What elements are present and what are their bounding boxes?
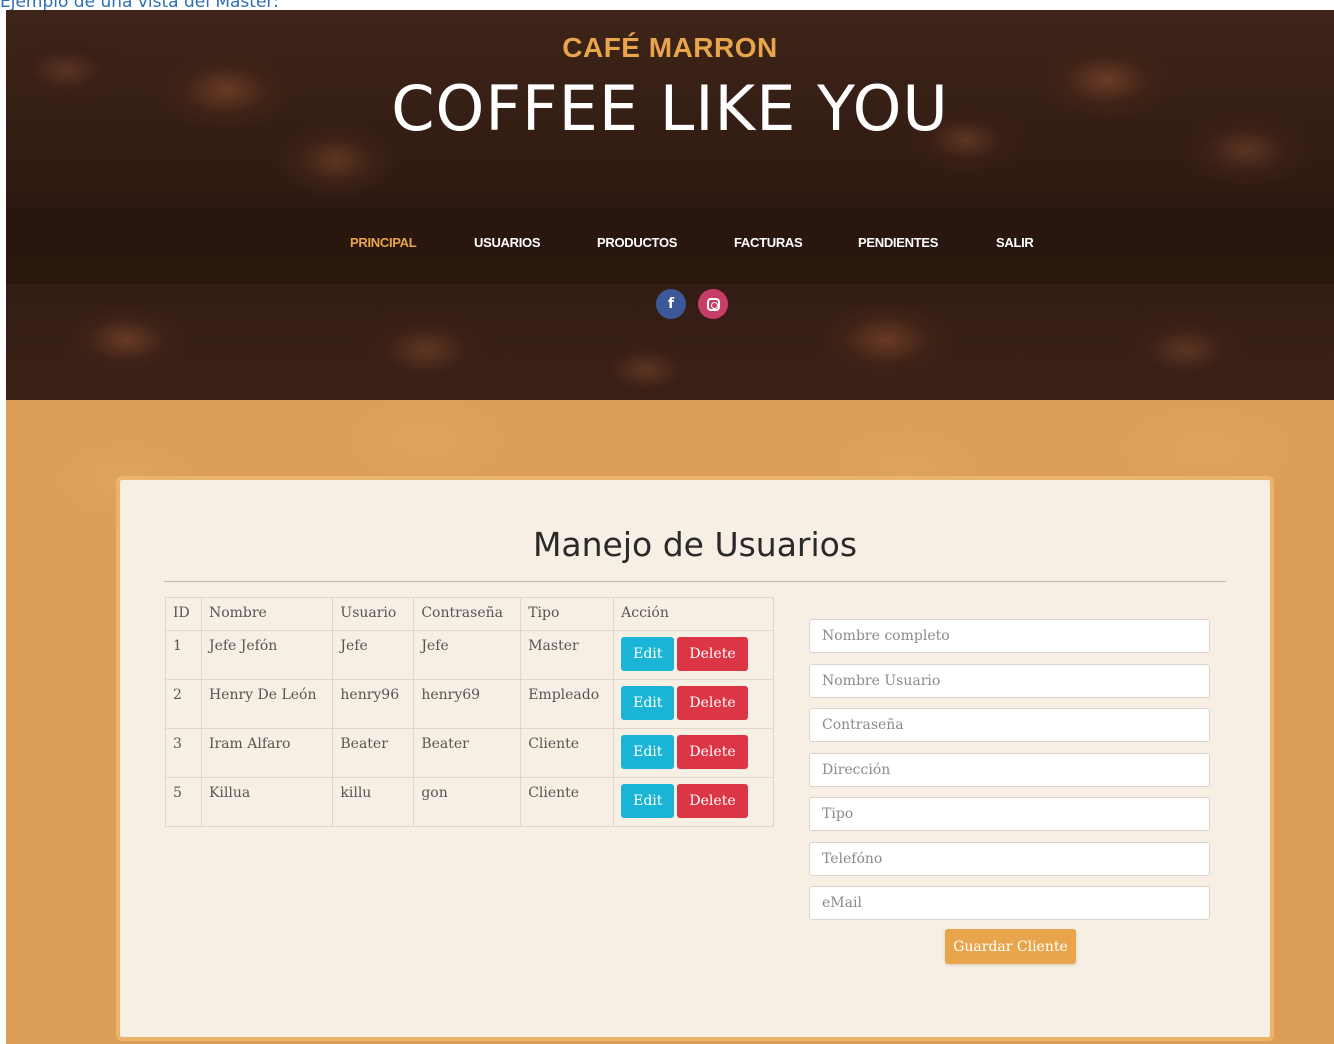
cell-tipo: Master (520, 630, 615, 680)
user-form (809, 619, 1210, 931)
delete-button[interactable]: Delete (677, 637, 748, 671)
column-header-usuario: Usuario (332, 597, 415, 631)
cell-id: 2 (165, 679, 202, 729)
cell-tipo: Empleado (520, 679, 615, 729)
edit-button[interactable]: Edit (621, 735, 675, 769)
cell-contrasena: gon (413, 777, 522, 827)
telefono-field[interactable] (809, 841, 1210, 876)
delete-button[interactable]: Delete (677, 735, 748, 769)
cell-nombre: Killua (200, 777, 334, 827)
cell-nombre: Jefe Jefón (200, 630, 334, 680)
guardar-cliente-button[interactable]: Guardar Cliente (945, 929, 1076, 964)
page-title: Manejo de Usuarios (532, 525, 858, 564)
delete-button[interactable]: Delete (677, 686, 748, 720)
cell-nombre: Iram Alfaro (200, 728, 334, 778)
cell-nombre: Henry De León (200, 679, 334, 729)
table-row: 3 Iram Alfaro Beater Beater Cliente Edit… (165, 728, 774, 778)
cell-actions: Edit Delete (613, 679, 774, 729)
main-navbar: PRINCIPAL USUARIOS PRODUCTOS FACTURAS PE… (6, 208, 1334, 284)
content-area: Manejo de Usuarios ID Nombre Usuario Con… (6, 400, 1334, 1044)
table-row: 5 Killua killu gon Cliente Edit Delete (165, 777, 774, 827)
cell-usuario: killu (332, 777, 415, 827)
edit-button[interactable]: Edit (621, 637, 675, 671)
cell-usuario: henry96 (332, 679, 415, 729)
column-header-id: ID (165, 597, 202, 631)
table-header-row: ID Nombre Usuario Contraseña Tipo Acción (165, 597, 774, 631)
nombre-usuario-field[interactable] (809, 663, 1210, 698)
nav-item-principal[interactable]: PRINCIPAL (350, 235, 417, 250)
cell-usuario: Beater (332, 728, 415, 778)
email-field[interactable] (809, 886, 1210, 920)
cell-actions: Edit Delete (613, 728, 774, 778)
nav-item-usuarios[interactable]: USUARIOS (474, 235, 541, 250)
users-table: ID Nombre Usuario Contraseña Tipo Acción… (165, 597, 774, 827)
cell-id: 3 (165, 728, 202, 778)
cell-usuario: Jefe (332, 630, 415, 680)
nav-item-productos[interactable]: PRODUCTOS (597, 235, 677, 250)
column-header-contrasena: Contraseña (413, 597, 522, 631)
page-caption: Ejemplo de una vista del Master: (0, 0, 279, 12)
cell-id: 1 (165, 630, 202, 680)
nav-item-pendientes[interactable]: PENDIENTES (858, 235, 938, 250)
cell-contrasena: henry69 (413, 679, 522, 729)
column-header-tipo: Tipo (520, 597, 615, 631)
direccion-field[interactable] (809, 752, 1210, 787)
edit-button[interactable]: Edit (621, 784, 675, 818)
hero-header: CAFÉ MARRON COFFEE LIKE YOU PRINCIPAL US… (6, 10, 1334, 400)
cell-tipo: Cliente (520, 777, 615, 827)
table-row: 1 Jefe Jefón Jefe Jefe Master Edit Delete (165, 630, 774, 680)
column-header-accion: Acción (613, 597, 774, 631)
cell-contrasena: Beater (413, 728, 522, 778)
nombre-completo-field[interactable] (809, 619, 1210, 653)
facebook-glyph: f (667, 296, 675, 312)
cell-actions: Edit Delete (613, 777, 774, 827)
cell-id: 5 (165, 777, 202, 827)
contrasena-field[interactable] (809, 708, 1210, 742)
column-header-nombre: Nombre (200, 597, 334, 631)
tipo-field[interactable] (809, 797, 1210, 831)
edit-button[interactable]: Edit (621, 686, 675, 720)
nav-item-facturas[interactable]: FACTURAS (734, 235, 803, 250)
title-divider (164, 581, 1226, 582)
brand-tagline: COFFEE LIKE YOU (391, 72, 949, 145)
cell-contrasena: Jefe (413, 630, 522, 680)
table-row: 2 Henry De León henry96 henry69 Empleado… (165, 679, 774, 729)
instagram-glyph (706, 297, 720, 311)
cell-tipo: Cliente (520, 728, 615, 778)
users-card: Manejo de Usuarios ID Nombre Usuario Con… (116, 476, 1274, 1041)
brand-name: CAFÉ MARRON (562, 32, 778, 63)
nav-item-salir[interactable]: SALIR (996, 235, 1034, 250)
delete-button[interactable]: Delete (677, 784, 748, 818)
cell-actions: Edit Delete (613, 630, 774, 680)
facebook-icon[interactable]: f (656, 289, 686, 319)
instagram-icon[interactable] (698, 289, 728, 319)
